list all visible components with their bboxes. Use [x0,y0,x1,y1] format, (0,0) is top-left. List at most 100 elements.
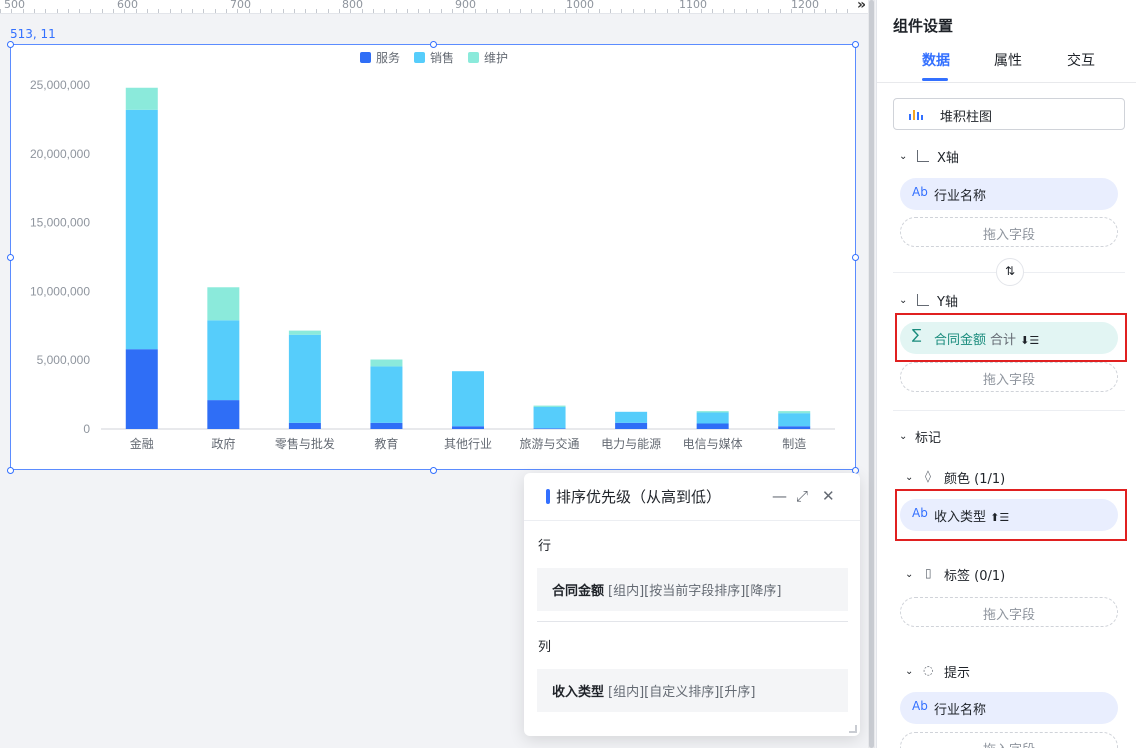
resize-handle-bottom-left[interactable] [7,467,14,474]
bar-segment [615,422,648,429]
tab-divider [877,82,1136,83]
horizontal-ruler: 500 600 700 800 900 1000 1100 1200 [0,0,868,14]
chevron-down-icon[interactable]: ⌄ [899,151,907,162]
chevron-down-icon[interactable]: ⌄ [899,431,907,442]
ruler-tick [45,9,46,13]
resize-handle-top-left[interactable] [7,41,14,48]
bar-chart-icon [913,110,915,120]
sort-rule-row[interactable]: 合同金额 [组内][按当前字段排序][降序] [537,568,848,611]
tooltip-field-pill[interactable]: Ab 行业名称 [900,692,1118,724]
legend-label: 销售 [430,50,454,65]
ruler-tick [644,9,645,13]
ruler-tick [181,9,182,13]
panel-title: 组件设置 [893,17,954,35]
ruler-tick [655,9,656,13]
y-tick-label: 10,000,000 [30,284,90,298]
ruler-scroll-icon[interactable]: » [854,0,870,13]
resize-handle-left[interactable] [7,254,14,261]
ruler-tick [124,9,125,13]
resize-handle-top-right[interactable] [852,41,859,48]
x-tick-label: 电力与能源 [601,437,661,451]
bar-segment [778,413,811,427]
ruler-tick [260,9,261,13]
ruler-tick [712,9,713,13]
ruler-tick [79,9,80,13]
chevron-down-icon[interactable]: ⌄ [905,666,913,677]
ruler-tick [554,9,555,13]
text-field-icon: Ab [912,699,928,713]
chevron-down-icon[interactable]: ⌄ [899,295,907,306]
tag-drop-zone[interactable]: 拖入字段 [900,597,1118,627]
sort-rule-column[interactable]: 收入类型 [组内][自定义排序][升序] [537,669,848,712]
ruler-tick [192,9,193,13]
color-drop-icon: ◊ [925,469,931,483]
x-axis-field-pill[interactable]: Ab 行业名称 [900,178,1118,210]
text-field-icon: Ab [912,185,928,199]
y-tick-label: 25,000,000 [30,78,90,92]
popup-resize-grip[interactable] [849,725,857,733]
bar-segment [778,426,811,429]
tab-properties[interactable]: 属性 [994,50,1022,70]
ruler-tick [237,9,238,13]
ruler-tick [621,9,622,13]
swap-axes-icon[interactable]: ⇅ [996,258,1024,286]
chart-type-selector[interactable]: 堆积柱图 [893,98,1125,130]
bar-segment [370,359,403,367]
ruler-tick [226,9,227,13]
ruler-label: 500 [4,0,25,11]
ruler-tick [497,9,498,13]
ruler-tick [283,9,284,13]
ruler-tick [565,9,566,13]
ruler-tick [768,9,769,13]
y-axis-drop-zone[interactable]: 拖入字段 [900,362,1118,392]
ruler-tick [407,9,408,13]
chevron-down-icon[interactable]: ⌄ [905,569,913,580]
sort-field-name: 合同金额 [552,584,605,599]
chart-component[interactable]: 0 5,000,000 10,000,000 15,000,000 20,000,000… [7,41,859,474]
tooltip-icon: ◌ [923,663,934,677]
bar-segment [370,422,403,429]
ruler-tick [203,9,204,13]
ruler-tick [723,9,724,13]
ruler-tick [418,9,419,13]
ruler-tick [316,9,317,13]
ruler-tick [0,9,1,13]
ruler-tick [305,9,306,13]
bar-chart-icon [909,114,911,120]
bar-segment [288,330,321,335]
chevron-down-icon[interactable]: ⌄ [905,472,913,483]
x-axis-drop-zone[interactable]: 拖入字段 [900,217,1118,247]
ruler-tick [689,9,690,13]
bar-segment [288,334,321,423]
ruler-tick [102,9,103,13]
ruler-tick [57,9,58,13]
ruler-tick [68,9,69,13]
bar-segment [533,428,566,429]
selection-coordinates: 513, 11 [10,27,56,41]
tab-data[interactable]: 数据 [922,50,950,70]
resize-handle-bottom[interactable] [430,467,437,474]
ruler-tick [588,9,589,13]
ruler-tick [147,9,148,13]
ruler-tick [463,9,464,13]
bar-segment [696,423,729,429]
close-icon[interactable]: ✕ [822,487,835,505]
ruler-tick [23,9,24,13]
ruler-tick [701,9,702,13]
scrollbar-thumb[interactable] [869,0,874,748]
resize-handle-top[interactable] [430,41,437,48]
tag-icon: ▯ [925,566,932,580]
resize-handle-right[interactable] [852,254,859,261]
y-tick-label: 20,000,000 [30,147,90,161]
minimize-icon[interactable]: — [772,487,787,505]
expand-icon[interactable]: ⤢ [796,487,808,505]
tooltip-drop-zone[interactable]: 拖入字段 [900,732,1118,748]
ruler-tick [486,9,487,13]
legend-swatch [360,52,371,63]
highlight-box [895,489,1127,541]
ruler-tick [678,9,679,13]
canvas-scrollbar[interactable] [868,0,875,748]
sort-field-name: 收入类型 [552,685,605,700]
ruler-label: 1100 [679,0,707,11]
tab-interaction[interactable]: 交互 [1067,50,1095,70]
